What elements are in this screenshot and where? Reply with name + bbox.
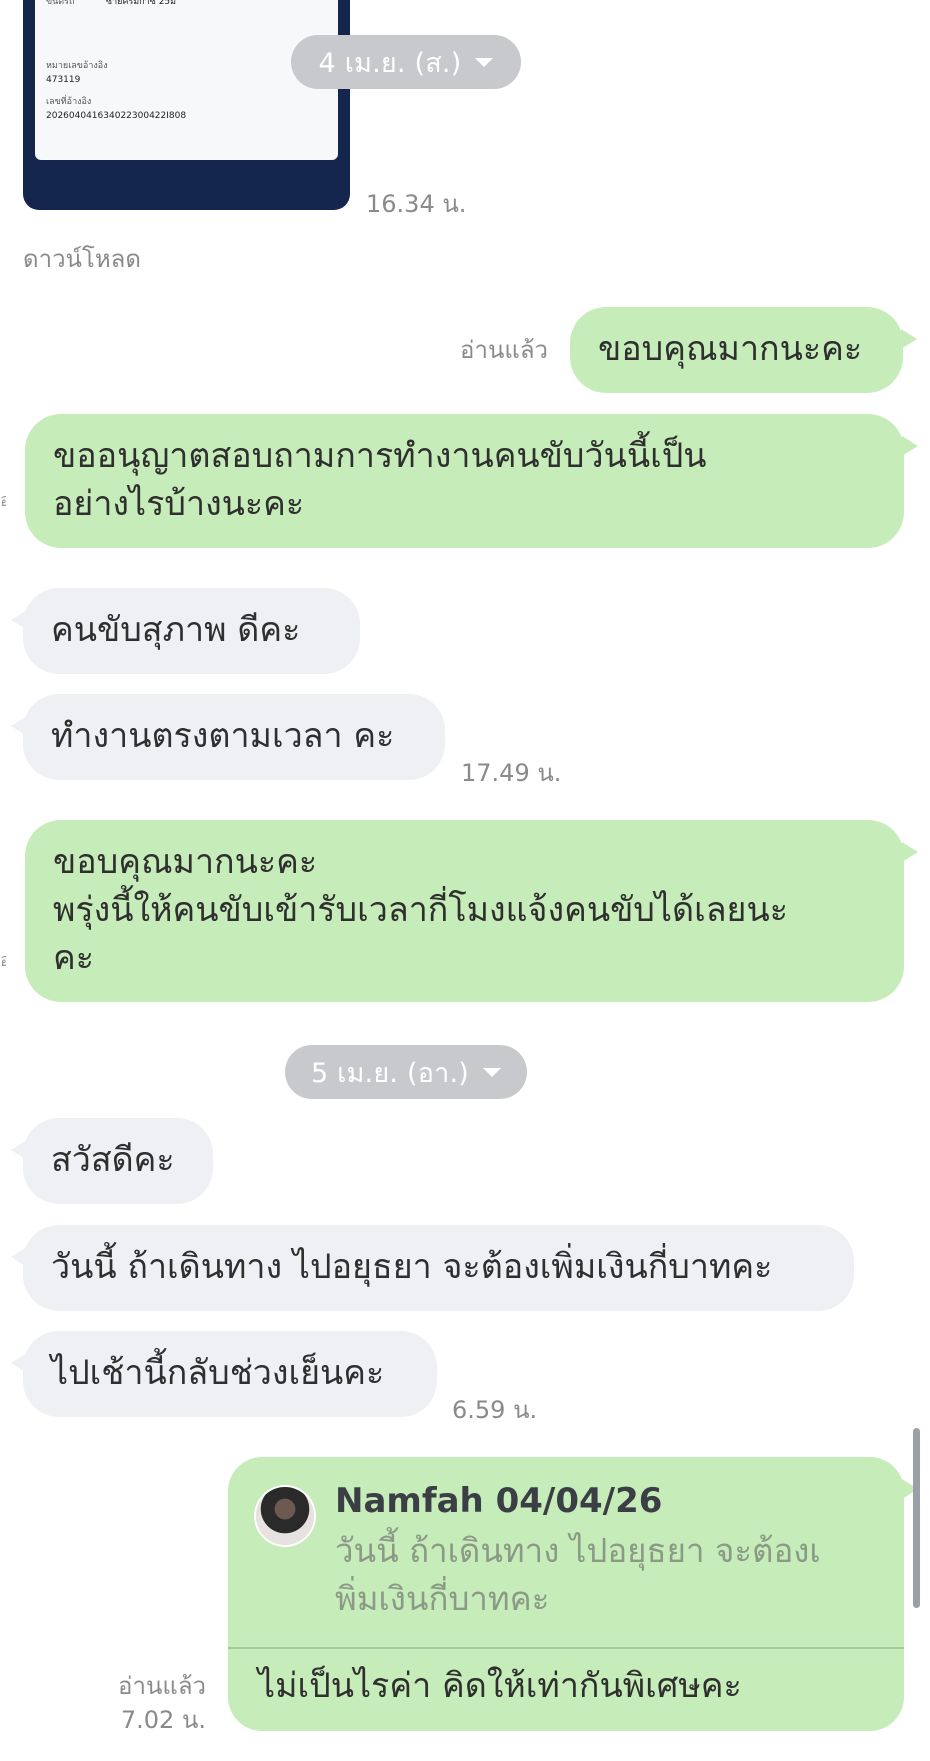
reply-text: ไม่เป็นไรค่า คิดให้เท่ากันพิเศษคะ [258, 1666, 742, 1706]
date-chip-label: 5 เม.ย. (อา.) [311, 1057, 469, 1089]
message-time: 7.02 น. [120, 1706, 206, 1734]
scrollbar[interactable] [913, 1428, 920, 1608]
incoming-message[interactable]: วันนี้ ถ้าเดินทาง ไปอยุธยา จะต้องเพิ่มเง… [11, 1225, 854, 1311]
receipt-value: 473119 [46, 75, 81, 85]
date-chip[interactable]: 5 เม.ย. (อา.) [285, 1045, 527, 1099]
divider [228, 1647, 904, 1649]
reply-message[interactable]: Namfah 04/04/26 วันนี้ ถ้าเดินทาง ไปอยุธ… [228, 1457, 918, 1731]
incoming-message[interactable]: คนขับสุภาพ ดีคะ [11, 588, 360, 674]
image-message[interactable]: ขนิดรถ ซ้ายครีมก๊าซ 25ม หมายเลขอ้างอิง 4… [23, 0, 350, 210]
message-time: 6.59 น. [452, 1396, 538, 1424]
message-time: 16.34 น. [366, 190, 467, 218]
download-link[interactable]: ดาวน์โหลด [23, 239, 141, 278]
incoming-message[interactable]: สวัสดีคะ [11, 1118, 213, 1204]
chevron-down-icon [475, 57, 494, 67]
avatar [256, 1487, 314, 1545]
receipt-image: ขนิดรถ ซ้ายครีมก๊าซ 25ม หมายเลขอ้างอิง 4… [35, 0, 338, 160]
offscreen-meta: อ [0, 950, 6, 971]
chevron-down-icon [482, 1067, 501, 1077]
outgoing-message[interactable]: ขอบคุณมากนะคะ [570, 307, 917, 393]
outgoing-message[interactable]: ขออนุญาตสอบถามการทำงานคนขับวันนี้เป็น อย… [25, 414, 918, 548]
message-time: 17.49 น. [461, 759, 562, 787]
receipt-label: หมายเลขอ้างอิง [46, 61, 108, 71]
receipt-label: ขนิดรถ [46, 0, 75, 7]
incoming-message[interactable]: ไปเช้านี้กลับช่วงเย็นคะ [11, 1331, 437, 1417]
quoted-text[interactable]: วันนี้ ถ้าเดินทาง ไปอยุธยา จะต้องเ พิ่มเ… [335, 1527, 875, 1623]
receipt-value: ซ้ายครีมก๊าซ 25ม [106, 0, 177, 7]
incoming-message[interactable]: ทำงานตรงตามเวลา คะ [11, 694, 445, 780]
date-chip[interactable]: 4 เม.ย. (ส.) [291, 35, 521, 89]
receipt-label: เลขที่อ้างอิง [46, 97, 92, 107]
read-receipt: อ่านแล้ว [460, 336, 548, 364]
receipt-value: 202604041634022300422I808 [46, 111, 187, 121]
date-chip-label: 4 เม.ย. (ส.) [318, 47, 462, 79]
reply-sender-name: Namfah 04/04/26 [335, 1481, 663, 1521]
outgoing-message[interactable]: ขอบคุณมากนะคะ พรุ่งนี้ให้คนขับเข้ารับเวล… [25, 820, 918, 1002]
offscreen-meta: อ [0, 490, 6, 511]
